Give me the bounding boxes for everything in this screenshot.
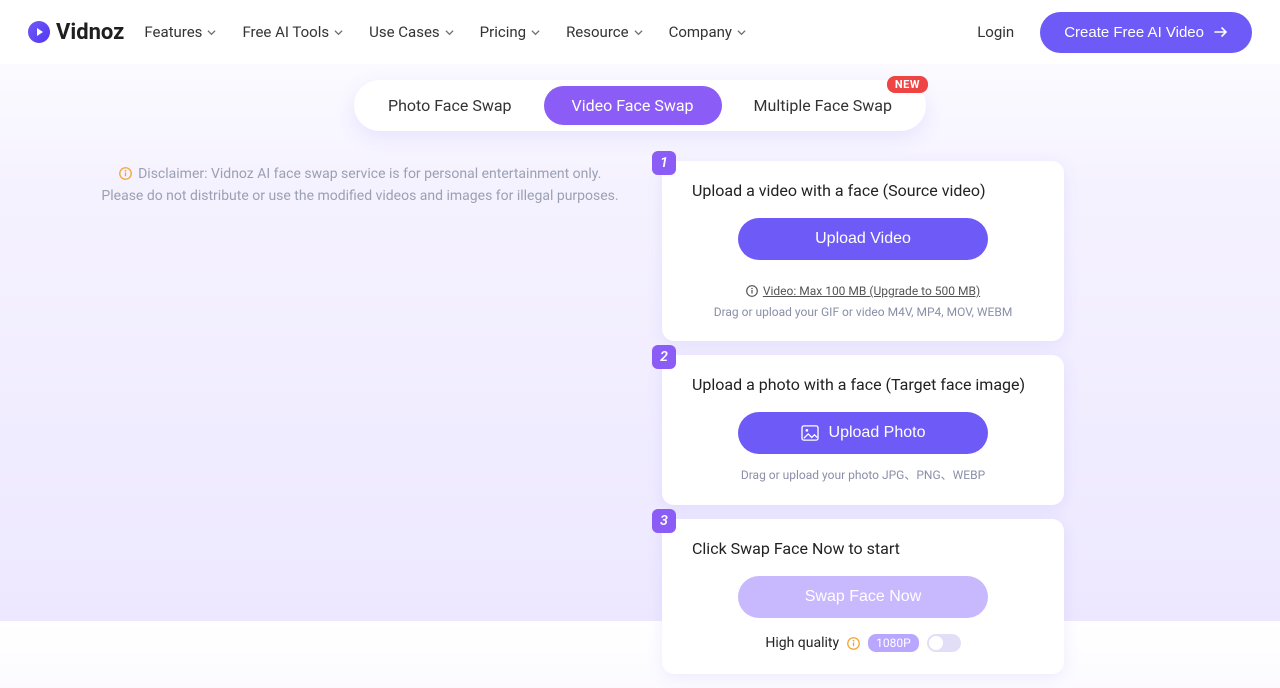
disclaimer-area: Disclaimer: Vidnoz AI face swap service … (90, 161, 630, 208)
button-label: Swap Face Now (805, 588, 922, 605)
cta-label: Create Free AI Video (1064, 24, 1204, 41)
logo-text: Vidnoz (56, 20, 124, 45)
arrow-right-icon (1214, 27, 1228, 37)
step-3-card: 3 Click Swap Face Now to start Swap Face… (662, 519, 1064, 674)
logo[interactable]: Vidnoz (28, 20, 124, 45)
swap-face-button[interactable]: Swap Face Now (738, 576, 988, 618)
step-title: Upload a video with a face (Source video… (692, 181, 1040, 200)
nav-free-ai-tools[interactable]: Free AI Tools (242, 23, 343, 41)
tab-label: Multiple Face Swap (754, 96, 892, 115)
upload-video-button[interactable]: Upload Video (738, 218, 988, 260)
step-title: Upload a photo with a face (Target face … (692, 375, 1040, 394)
tab-photo-face-swap[interactable]: Photo Face Swap (360, 86, 540, 125)
quality-toggle[interactable] (927, 634, 961, 652)
steps-panel: 1 Upload a video with a face (Source vid… (662, 161, 1064, 688)
header-right: Login Create Free AI Video (977, 12, 1252, 53)
nav-item-label: Resource (566, 23, 629, 41)
button-label: Upload Photo (829, 424, 926, 442)
upload-photo-button[interactable]: Upload Photo (738, 412, 988, 454)
chevron-down-icon (531, 28, 540, 37)
photo-formats-note: Drag or upload your photo JPG、PNG、WEBP (686, 466, 1040, 483)
nav-use-cases[interactable]: Use Cases (369, 23, 454, 41)
chevron-down-icon (737, 28, 746, 37)
chevron-down-icon (207, 28, 216, 37)
nav-features[interactable]: Features (144, 23, 216, 41)
info-icon (847, 637, 860, 650)
quality-row: High quality 1080P (686, 634, 1040, 652)
step-1-card: 1 Upload a video with a face (Source vid… (662, 161, 1064, 341)
main-nav: Features Free AI Tools Use Cases Pricing… (144, 23, 746, 41)
video-limit-row: Video: Max 100 MB (Upgrade to 500 MB) (686, 272, 1040, 301)
video-limit-link[interactable]: Video: Max 100 MB (Upgrade to 500 MB) (746, 284, 980, 298)
nav-item-label: Use Cases (369, 23, 440, 41)
step-number: 3 (652, 509, 676, 533)
quality-label: High quality (765, 635, 839, 651)
nav-item-label: Pricing (480, 23, 526, 41)
tabs: Photo Face Swap Video Face Swap Multiple… (354, 80, 926, 131)
tab-video-face-swap[interactable]: Video Face Swap (544, 86, 722, 125)
info-icon (746, 285, 758, 297)
login-link[interactable]: Login (977, 23, 1014, 41)
button-label: Upload Video (815, 230, 911, 248)
nav-item-label: Features (144, 23, 202, 41)
image-icon (801, 425, 819, 441)
logo-icon (28, 21, 50, 43)
disclaimer-line1: Disclaimer: Vidnoz AI face swap service … (138, 166, 601, 182)
create-video-button[interactable]: Create Free AI Video (1040, 12, 1252, 53)
header: Vidnoz Features Free AI Tools Use Cases … (0, 0, 1280, 64)
chevron-down-icon (445, 28, 454, 37)
video-formats-note: Drag or upload your GIF or video M4V, MP… (686, 305, 1040, 319)
video-limit-text: Video: Max 100 MB (Upgrade to 500 MB) (763, 284, 980, 298)
step-2-card: 2 Upload a photo with a face (Target fac… (662, 355, 1064, 505)
chevron-down-icon (634, 28, 643, 37)
nav-resource[interactable]: Resource (566, 23, 643, 41)
resolution-badge: 1080P (868, 634, 919, 652)
main: Disclaimer: Vidnoz AI face swap service … (0, 131, 1280, 688)
new-badge: NEW (887, 76, 928, 93)
disclaimer-text: Disclaimer: Vidnoz AI face swap service … (90, 163, 630, 208)
nav-item-label: Company (669, 23, 732, 41)
disclaimer-line2: Please do not distribute or use the modi… (101, 188, 618, 204)
chevron-down-icon (334, 28, 343, 37)
step-number: 2 (652, 345, 676, 369)
tab-multiple-face-swap[interactable]: Multiple Face Swap NEW (726, 86, 920, 125)
nav-item-label: Free AI Tools (242, 23, 329, 41)
nav-company[interactable]: Company (669, 23, 746, 41)
step-number: 1 (652, 151, 676, 175)
info-icon (119, 167, 132, 180)
step-title: Click Swap Face Now to start (692, 539, 1040, 558)
tabs-group: Photo Face Swap Video Face Swap Multiple… (0, 80, 1280, 131)
nav-pricing[interactable]: Pricing (480, 23, 540, 41)
